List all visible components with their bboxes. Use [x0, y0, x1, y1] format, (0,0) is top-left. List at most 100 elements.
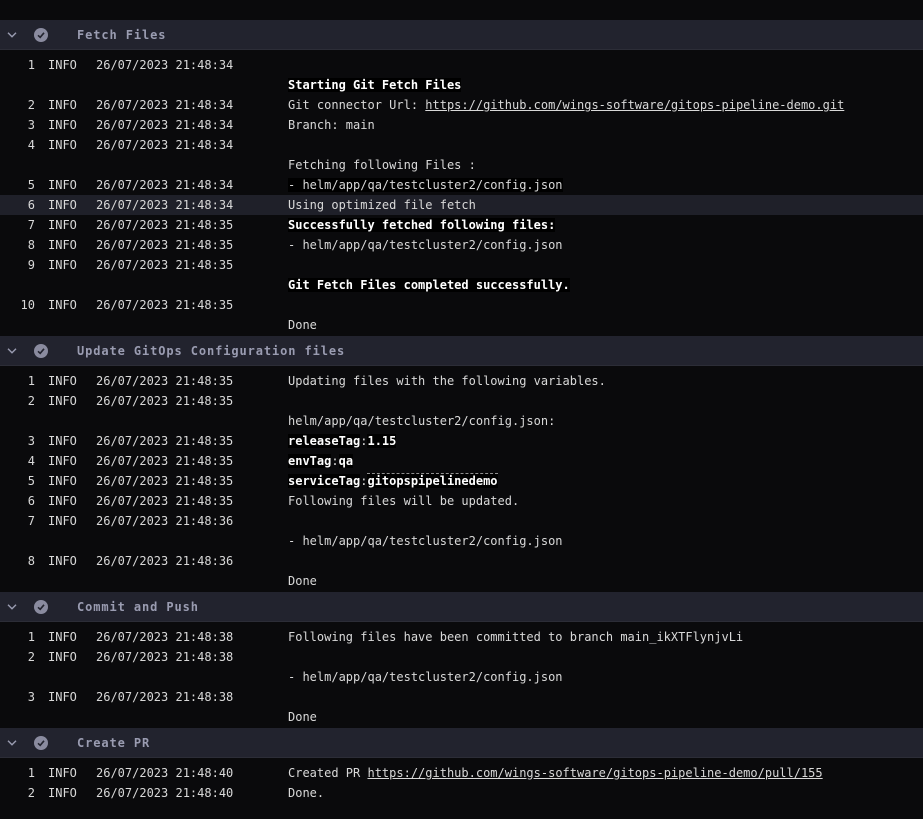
line-number: 6 — [0, 491, 35, 511]
log-level — [35, 155, 96, 175]
log-message — [288, 135, 923, 155]
log-timestamp: 26/07/2023 21:48:35 — [96, 471, 288, 491]
line-number — [0, 315, 35, 335]
log-timestamp — [96, 275, 288, 295]
section-title: Commit and Push — [77, 600, 199, 614]
log-row: Git Fetch Files completed successfully. — [0, 275, 923, 295]
log-row: 3INFO26/07/2023 21:48:38 — [0, 687, 923, 707]
log-timestamp: 26/07/2023 21:48:38 — [96, 647, 288, 667]
log-timestamp: 26/07/2023 21:48:35 — [96, 215, 288, 235]
log-message: Created PR https://github.com/wings-soft… — [288, 763, 923, 783]
line-number — [0, 275, 35, 295]
log-message: Following files have been committed to b… — [288, 627, 923, 647]
line-number: 5 — [0, 471, 35, 491]
section-header[interactable]: Commit and Push — [0, 592, 923, 622]
log-row: 7INFO26/07/2023 21:48:35Successfully fet… — [0, 215, 923, 235]
log-timestamp: 26/07/2023 21:48:34 — [96, 55, 288, 75]
log-level — [35, 275, 96, 295]
log-text-segment: Successfully fetched following files: — [288, 218, 555, 232]
log-row: 9INFO26/07/2023 21:48:35 — [0, 255, 923, 275]
log-text-segment: helm/app/qa/testcluster2/config.json: — [288, 414, 555, 428]
line-number: 9 — [0, 255, 35, 275]
log-row: 1INFO26/07/2023 21:48:35Updating files w… — [0, 371, 923, 391]
log-level: INFO — [35, 511, 96, 531]
log-text-segment: serviceTag — [288, 474, 360, 488]
log-section-fetch-files: Fetch Files1INFO26/07/2023 21:48:34Start… — [0, 20, 923, 336]
section-header[interactable]: Fetch Files — [0, 20, 923, 50]
log-timestamp: 26/07/2023 21:48:40 — [96, 783, 288, 803]
log-message: Following files will be updated. — [288, 491, 923, 511]
log-message: Branch: main — [288, 115, 923, 135]
line-number: 3 — [0, 431, 35, 451]
line-number: 1 — [0, 55, 35, 75]
log-message — [288, 551, 923, 571]
log-timestamp: 26/07/2023 21:48:35 — [96, 451, 288, 471]
log-message: Fetching following Files : — [288, 155, 923, 175]
log-row: 6INFO26/07/2023 21:48:34Using optimized … — [0, 195, 923, 215]
section-body: 1INFO26/07/2023 21:48:40Created PR https… — [0, 758, 923, 804]
log-row: 2INFO26/07/2023 21:48:35 — [0, 391, 923, 411]
log-level: INFO — [35, 235, 96, 255]
log-row: 7INFO26/07/2023 21:48:36 — [0, 511, 923, 531]
log-timestamp: 26/07/2023 21:48:34 — [96, 95, 288, 115]
line-number: 7 — [0, 511, 35, 531]
log-row: Done — [0, 571, 923, 591]
log-text-segment: 1.15 — [367, 434, 396, 448]
chevron-down-icon[interactable] — [6, 29, 18, 41]
log-level — [35, 411, 96, 431]
log-level: INFO — [35, 783, 96, 803]
log-level: INFO — [35, 687, 96, 707]
log-level: INFO — [35, 551, 96, 571]
log-level: INFO — [35, 295, 96, 315]
log-text-segment: qa — [339, 454, 353, 468]
log-timestamp: 26/07/2023 21:48:34 — [96, 175, 288, 195]
log-message: Git connector Url: https://github.com/wi… — [288, 95, 923, 115]
log-level: INFO — [35, 55, 96, 75]
chevron-down-icon[interactable] — [6, 601, 18, 613]
log-row: 2INFO26/07/2023 21:48:40Done. — [0, 783, 923, 803]
log-level: INFO — [35, 115, 96, 135]
log-link[interactable]: https://github.com/wings-software/gitops… — [425, 98, 844, 112]
log-timestamp — [96, 411, 288, 431]
log-level: INFO — [35, 647, 96, 667]
log-text-segment: Git Fetch Files completed successfully. — [288, 278, 570, 292]
line-number: 8 — [0, 551, 35, 571]
section-body: 1INFO26/07/2023 21:48:38Following files … — [0, 622, 923, 728]
chevron-down-icon[interactable] — [6, 345, 18, 357]
section-body: 1INFO26/07/2023 21:48:34Starting Git Fet… — [0, 50, 923, 336]
chevron-down-icon[interactable] — [6, 737, 18, 749]
log-row: - helm/app/qa/testcluster2/config.json — [0, 667, 923, 687]
log-message: Done — [288, 571, 923, 591]
log-timestamp: 26/07/2023 21:48:36 — [96, 551, 288, 571]
line-number: 3 — [0, 115, 35, 135]
log-level: INFO — [35, 175, 96, 195]
log-level: INFO — [35, 215, 96, 235]
section-header[interactable]: Create PR — [0, 728, 923, 758]
log-timestamp: 26/07/2023 21:48:34 — [96, 135, 288, 155]
line-number: 6 — [0, 195, 35, 215]
log-message: - helm/app/qa/testcluster2/config.json — [288, 667, 923, 687]
section-header[interactable]: Update GitOps Configuration files — [0, 336, 923, 366]
line-number — [0, 75, 35, 95]
log-message: - helm/app/qa/testcluster2/config.json — [288, 175, 923, 195]
log-text-segment: Branch: main — [288, 118, 375, 132]
log-text-segment: - helm/app/qa/testcluster2/config.json — [288, 238, 563, 252]
line-number — [0, 411, 35, 431]
log-message: envTag:qa — [288, 451, 923, 471]
console: Fetch Files1INFO26/07/2023 21:48:34Start… — [0, 0, 923, 804]
log-timestamp: 26/07/2023 21:48:35 — [96, 295, 288, 315]
log-level: INFO — [35, 95, 96, 115]
log-message — [288, 647, 923, 667]
log-text-segment: Done — [288, 318, 317, 332]
log-link[interactable]: https://github.com/wings-software/gitops… — [367, 766, 822, 780]
line-number — [0, 571, 35, 591]
log-timestamp: 26/07/2023 21:48:40 — [96, 763, 288, 783]
log-row: 1INFO26/07/2023 21:48:40Created PR https… — [0, 763, 923, 783]
log-text-segment: envTag — [288, 454, 331, 468]
log-timestamp — [96, 75, 288, 95]
section-title: Update GitOps Configuration files — [77, 344, 345, 358]
log-level: INFO — [35, 135, 96, 155]
log-message — [288, 255, 923, 275]
log-row: 5INFO26/07/2023 21:48:35serviceTag:gitop… — [0, 471, 923, 491]
log-timestamp — [96, 531, 288, 551]
